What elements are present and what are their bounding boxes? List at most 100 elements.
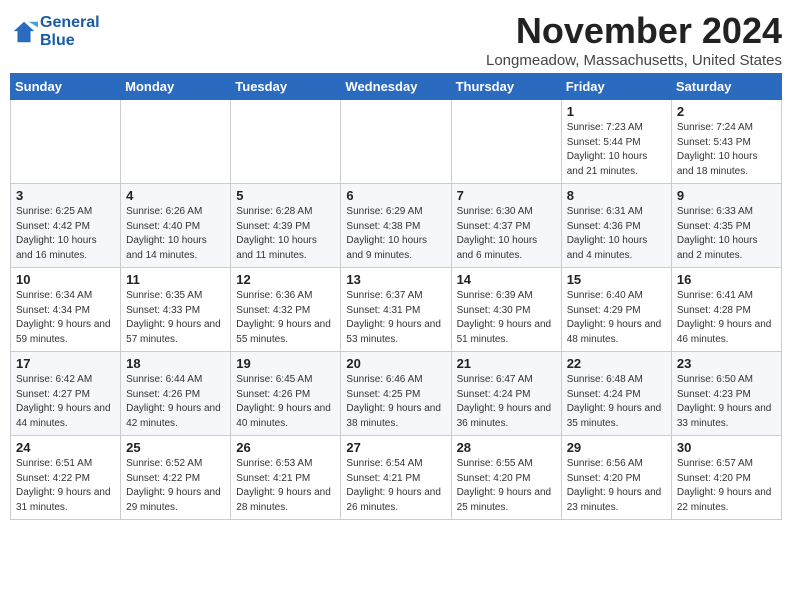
calendar-cell: 30 Sunrise: 6:57 AM Sunset: 4:20 PM Dayli… — [671, 436, 781, 520]
day-number: 14 — [457, 272, 556, 287]
calendar-week-row: 10Sunrise: 6:34 AM Sunset: 4:34 PM Dayli… — [11, 268, 782, 352]
calendar-cell — [231, 100, 341, 184]
day-number: 5 — [236, 188, 335, 203]
cell-content: Sunrise: 6:57 AM Sunset: 4:20 PM Dayligh… — [677, 457, 776, 515]
calendar-body: 1 Sunrise: 7:23 AM Sunset: 5:44 PM Daylig… — [11, 100, 782, 520]
day-number: 21 — [457, 356, 556, 371]
weekday-header-cell: Friday — [561, 74, 671, 100]
day-number: 7 — [457, 188, 556, 203]
calendar-cell: 10Sunrise: 6:34 AM Sunset: 4:34 PM Dayli… — [11, 268, 121, 352]
day-number: 8 — [567, 188, 666, 203]
calendar-cell: 24 Sunrise: 6:51 AM Sunset: 4:22 PM Dayli… — [11, 436, 121, 520]
day-number: 26 — [236, 440, 335, 455]
calendar-cell: 17 Sunrise: 6:42 AM Sunset: 4:27 PM Dayli… — [11, 352, 121, 436]
calendar-cell: 21 Sunrise: 6:47 AM Sunset: 4:24 PM Dayli… — [451, 352, 561, 436]
location: Longmeadow, Massachusetts, United States — [486, 52, 782, 69]
calendar-cell: 29 Sunrise: 6:56 AM Sunset: 4:20 PM Dayli… — [561, 436, 671, 520]
cell-content: Sunrise: 6:29 AM Sunset: 4:38 PM Dayligh… — [346, 205, 445, 263]
weekday-header-cell: Wednesday — [341, 74, 451, 100]
cell-content: Sunrise: 6:46 AM Sunset: 4:25 PM Dayligh… — [346, 373, 445, 431]
calendar-cell: 20 Sunrise: 6:46 AM Sunset: 4:25 PM Dayli… — [341, 352, 451, 436]
cell-content: Sunrise: 6:51 AM Sunset: 4:22 PM Dayligh… — [16, 457, 115, 515]
calendar-cell: 23Sunrise: 6:50 AM Sunset: 4:23 PM Dayli… — [671, 352, 781, 436]
cell-content: Sunrise: 6:33 AM Sunset: 4:35 PM Dayligh… — [677, 205, 776, 263]
calendar-cell: 11Sunrise: 6:35 AM Sunset: 4:33 PM Dayli… — [121, 268, 231, 352]
calendar-cell — [11, 100, 121, 184]
cell-content: Sunrise: 6:45 AM Sunset: 4:26 PM Dayligh… — [236, 373, 335, 431]
cell-content: Sunrise: 6:47 AM Sunset: 4:24 PM Dayligh… — [457, 373, 556, 431]
weekday-header-cell: Monday — [121, 74, 231, 100]
cell-content: Sunrise: 7:23 AM Sunset: 5:44 PM Dayligh… — [567, 121, 666, 179]
cell-content: Sunrise: 6:40 AM Sunset: 4:29 PM Dayligh… — [567, 289, 666, 347]
calendar-table: SundayMondayTuesdayWednesdayThursdayFrid… — [10, 73, 782, 520]
calendar-cell: 3 Sunrise: 6:25 AM Sunset: 4:42 PM Daylig… — [11, 184, 121, 268]
calendar-cell: 27 Sunrise: 6:54 AM Sunset: 4:21 PM Dayli… — [341, 436, 451, 520]
day-number: 27 — [346, 440, 445, 455]
logo-icon — [10, 18, 38, 46]
day-number: 20 — [346, 356, 445, 371]
calendar-cell — [341, 100, 451, 184]
calendar-cell: 12Sunrise: 6:36 AM Sunset: 4:32 PM Dayli… — [231, 268, 341, 352]
cell-content: Sunrise: 6:39 AM Sunset: 4:30 PM Dayligh… — [457, 289, 556, 347]
cell-content: Sunrise: 6:52 AM Sunset: 4:22 PM Dayligh… — [126, 457, 225, 515]
cell-content: Sunrise: 6:31 AM Sunset: 4:36 PM Dayligh… — [567, 205, 666, 263]
page-header: General Blue November 2024 Longmeadow, M… — [10, 10, 782, 69]
calendar-week-row: 24 Sunrise: 6:51 AM Sunset: 4:22 PM Dayli… — [11, 436, 782, 520]
weekday-header-cell: Saturday — [671, 74, 781, 100]
calendar-cell: 5Sunrise: 6:28 AM Sunset: 4:39 PM Daylig… — [231, 184, 341, 268]
day-number: 6 — [346, 188, 445, 203]
cell-content: Sunrise: 7:24 AM Sunset: 5:43 PM Dayligh… — [677, 121, 776, 179]
day-number: 17 — [16, 356, 115, 371]
calendar-cell: 16 Sunrise: 6:41 AM Sunset: 4:28 PM Dayli… — [671, 268, 781, 352]
calendar-week-row: 1 Sunrise: 7:23 AM Sunset: 5:44 PM Daylig… — [11, 100, 782, 184]
weekday-header-row: SundayMondayTuesdayWednesdayThursdayFrid… — [11, 74, 782, 100]
calendar-cell: 18 Sunrise: 6:44 AM Sunset: 4:26 PM Dayli… — [121, 352, 231, 436]
weekday-header-cell: Sunday — [11, 74, 121, 100]
title-area: November 2024 Longmeadow, Massachusetts,… — [486, 10, 782, 69]
day-number: 23 — [677, 356, 776, 371]
day-number: 30 — [677, 440, 776, 455]
cell-content: Sunrise: 6:25 AM Sunset: 4:42 PM Dayligh… — [16, 205, 115, 263]
day-number: 25 — [126, 440, 225, 455]
cell-content: Sunrise: 6:37 AM Sunset: 4:31 PM Dayligh… — [346, 289, 445, 347]
calendar-cell: 2 Sunrise: 7:24 AM Sunset: 5:43 PM Daylig… — [671, 100, 781, 184]
calendar-cell: 4 Sunrise: 6:26 AM Sunset: 4:40 PM Daylig… — [121, 184, 231, 268]
day-number: 18 — [126, 356, 225, 371]
day-number: 4 — [126, 188, 225, 203]
day-number: 24 — [16, 440, 115, 455]
calendar-cell: 15 Sunrise: 6:40 AM Sunset: 4:29 PM Dayli… — [561, 268, 671, 352]
day-number: 16 — [677, 272, 776, 287]
day-number: 29 — [567, 440, 666, 455]
calendar-cell: 7 Sunrise: 6:30 AM Sunset: 4:37 PM Daylig… — [451, 184, 561, 268]
logo: General Blue — [10, 14, 100, 49]
calendar-cell: 26 Sunrise: 6:53 AM Sunset: 4:21 PM Dayli… — [231, 436, 341, 520]
day-number: 1 — [567, 104, 666, 119]
calendar-cell: 13Sunrise: 6:37 AM Sunset: 4:31 PM Dayli… — [341, 268, 451, 352]
cell-content: Sunrise: 6:42 AM Sunset: 4:27 PM Dayligh… — [16, 373, 115, 431]
cell-content: Sunrise: 6:30 AM Sunset: 4:37 PM Dayligh… — [457, 205, 556, 263]
cell-content: Sunrise: 6:34 AM Sunset: 4:34 PM Dayligh… — [16, 289, 115, 347]
calendar-cell: 28 Sunrise: 6:55 AM Sunset: 4:20 PM Dayli… — [451, 436, 561, 520]
calendar-cell: 6 Sunrise: 6:29 AM Sunset: 4:38 PM Daylig… — [341, 184, 451, 268]
weekday-header-cell: Thursday — [451, 74, 561, 100]
day-number: 28 — [457, 440, 556, 455]
calendar-cell — [121, 100, 231, 184]
day-number: 2 — [677, 104, 776, 119]
cell-content: Sunrise: 6:54 AM Sunset: 4:21 PM Dayligh… — [346, 457, 445, 515]
calendar-cell: 25 Sunrise: 6:52 AM Sunset: 4:22 PM Dayli… — [121, 436, 231, 520]
day-number: 22 — [567, 356, 666, 371]
cell-content: Sunrise: 6:44 AM Sunset: 4:26 PM Dayligh… — [126, 373, 225, 431]
day-number: 12 — [236, 272, 335, 287]
cell-content: Sunrise: 6:56 AM Sunset: 4:20 PM Dayligh… — [567, 457, 666, 515]
month-title: November 2024 — [486, 10, 782, 52]
day-number: 11 — [126, 272, 225, 287]
calendar-cell: 22Sunrise: 6:48 AM Sunset: 4:24 PM Dayli… — [561, 352, 671, 436]
cell-content: Sunrise: 6:26 AM Sunset: 4:40 PM Dayligh… — [126, 205, 225, 263]
calendar-cell: 9Sunrise: 6:33 AM Sunset: 4:35 PM Daylig… — [671, 184, 781, 268]
calendar-cell: 14 Sunrise: 6:39 AM Sunset: 4:30 PM Dayli… — [451, 268, 561, 352]
cell-content: Sunrise: 6:53 AM Sunset: 4:21 PM Dayligh… — [236, 457, 335, 515]
cell-content: Sunrise: 6:41 AM Sunset: 4:28 PM Dayligh… — [677, 289, 776, 347]
day-number: 15 — [567, 272, 666, 287]
cell-content: Sunrise: 6:55 AM Sunset: 4:20 PM Dayligh… — [457, 457, 556, 515]
day-number: 3 — [16, 188, 115, 203]
